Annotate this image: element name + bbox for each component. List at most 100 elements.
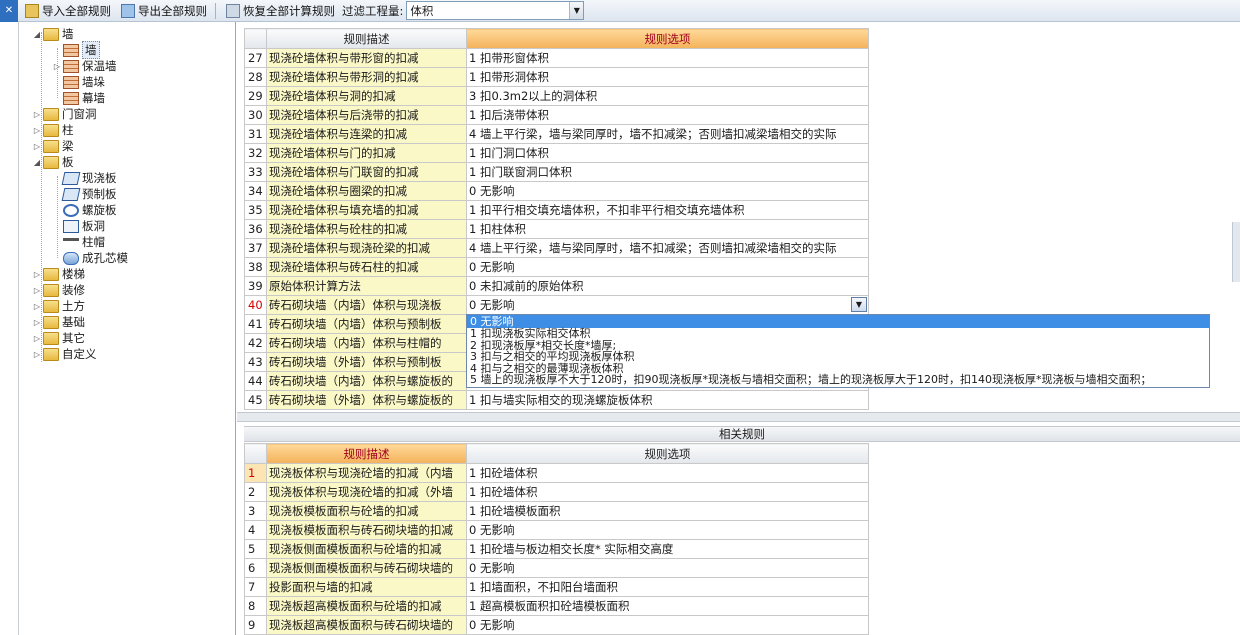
tree-node-precast-slab[interactable]: 预制板 [61, 186, 117, 202]
rule-option-cell[interactable]: 1 扣后浇带体积 [466, 105, 869, 125]
rule-description-cell[interactable]: 砖石砌块墙（外墙）体积与螺旋板的 [266, 390, 467, 410]
rule-description-cell[interactable]: 砖石砌块墙（内墙）体积与现浇板 [266, 295, 467, 315]
close-icon[interactable]: ✕ [0, 0, 18, 22]
related-rule-option-cell[interactable]: 1 扣砼墙体积 [466, 463, 869, 483]
tree-node-door-window[interactable]: ▷ 门窗洞 [31, 106, 97, 122]
collapsed-triangle-icon[interactable]: ▷ [51, 62, 63, 71]
rule-description-cell[interactable]: 现浇砼墙体积与砖石柱的扣减 [266, 257, 467, 277]
rule-option-cell[interactable]: 0 无影响 [466, 181, 869, 201]
dropdown-option[interactable]: 3 扣与之相交的平均现浇板厚体积 [467, 351, 1209, 363]
tree-node-wall-wall[interactable]: 墙 [63, 41, 100, 59]
related-header-rule-description[interactable]: 规则描述 [266, 443, 467, 464]
expanded-triangle-icon[interactable]: ◢ [31, 158, 43, 167]
dropdown-option[interactable]: 1 扣现浇板实际相交体积 [467, 328, 1209, 340]
table-row[interactable]: 34 现浇砼墙体积与圈梁的扣减 0 无影响 [244, 181, 869, 201]
collapsed-triangle-icon[interactable]: ▷ [31, 350, 43, 359]
rule-option-cell[interactable]: 4 墙上平行梁，墙与梁同厚时，墙不扣减梁；否则墙扣减梁墙相交的实际 [466, 238, 869, 258]
table-row[interactable]: 36 现浇砼墙体积与砼柱的扣减 1 扣柱体积 [244, 219, 869, 239]
related-rule-description-cell[interactable]: 现浇板模板面积与砖石砌块墙的扣减 [266, 520, 467, 540]
related-rule-option-cell[interactable]: 0 无影响 [466, 558, 869, 578]
related-rule-option-cell[interactable]: 0 无影响 [466, 615, 869, 635]
related-rule-description-cell[interactable]: 现浇板体积与现浇砼墙的扣减（内墙 [266, 463, 467, 483]
rule-option-cell[interactable]: 3 扣0.3m2以上的洞体积 [466, 86, 869, 106]
table-row[interactable]: 8 现浇板超高模板面积与砼墙的扣减 1 超高模板面积扣砼墙模板面积 [244, 596, 869, 616]
panel-splitter[interactable] [237, 412, 1240, 422]
rule-description-cell[interactable]: 现浇砼墙体积与洞的扣减 [266, 86, 467, 106]
tree-node-earthwork[interactable]: ▷ 土方 [31, 298, 85, 314]
table-row[interactable]: 33 现浇砼墙体积与门联窗的扣减 1 扣门联窗洞口体积 [244, 162, 869, 182]
related-rule-option-cell[interactable]: 0 无影响 [466, 520, 869, 540]
header-rule-option[interactable]: 规则选项 [466, 28, 869, 49]
tree-node-column-cap[interactable]: 柱帽 [63, 234, 105, 250]
collapsed-triangle-icon[interactable]: ▷ [31, 334, 43, 343]
related-rule-option-cell[interactable]: 1 扣砼墙模板面积 [466, 501, 869, 521]
rule-description-cell[interactable]: 现浇砼墙体积与砼柱的扣减 [266, 219, 467, 239]
rule-option-cell[interactable]: 0 无影响 [466, 257, 869, 277]
table-row[interactable]: 27 现浇砼墙体积与带形窗的扣减 1 扣带形窗体积 [244, 48, 869, 68]
chevron-down-icon[interactable]: ▼ [851, 297, 867, 312]
table-row[interactable]: 7 投影面积与墙的扣减 1 扣墙面积，不扣阳台墙面积 [244, 577, 869, 597]
related-rule-option-cell[interactable]: 1 超高模板面积扣砼墙模板面积 [466, 596, 869, 616]
rule-description-cell[interactable]: 砖石砌块墙（内墙）体积与预制板 [266, 314, 467, 334]
related-header-rule-option[interactable]: 规则选项 [466, 443, 869, 464]
tree-node-wall[interactable]: ◢ 墙 [31, 26, 74, 42]
rule-option-cell[interactable]: 1 扣带形窗体积 [466, 48, 869, 68]
related-rule-description-cell[interactable]: 现浇板侧面模板面积与砼墙的扣减 [266, 539, 467, 559]
rule-description-cell[interactable]: 砖石砌块墙（外墙）体积与预制板 [266, 352, 467, 372]
table-row[interactable]: 3 现浇板模板面积与砼墙的扣减 1 扣砼墙模板面积 [244, 501, 869, 521]
rule-option-cell[interactable]: 1 扣柱体积 [466, 219, 869, 239]
rule-option-cell[interactable]: 1 扣平行相交填充墙体积，不扣非平行相交填充墙体积 [466, 200, 869, 220]
rule-description-cell[interactable]: 现浇砼墙体积与门的扣减 [266, 143, 467, 163]
collapsed-triangle-icon[interactable]: ▷ [31, 318, 43, 327]
table-row[interactable]: 2 现浇板体积与现浇砼墙的扣减（外墙 1 扣砼墙体积 [244, 482, 869, 502]
related-rule-description-cell[interactable]: 投影面积与墙的扣减 [266, 577, 467, 597]
rule-description-cell[interactable]: 现浇砼墙体积与连梁的扣减 [266, 124, 467, 144]
collapsed-triangle-icon[interactable]: ▷ [31, 302, 43, 311]
tree-node-stairs[interactable]: ▷ 楼梯 [31, 266, 85, 282]
rule-option-dropdown-list[interactable]: 0 无影响 1 扣现浇板实际相交体积 2 扣现浇板厚*相交长度*墙厚; 3 扣与之相交… [466, 314, 1210, 388]
rule-description-cell[interactable]: 砖石砌块墙（内墙）体积与螺旋板的 [266, 371, 467, 391]
rule-description-cell[interactable]: 现浇砼墙体积与带形窗的扣减 [266, 48, 467, 68]
tree-node-decoration[interactable]: ▷ 装修 [31, 282, 85, 298]
rule-description-cell[interactable]: 现浇砼墙体积与填充墙的扣减 [266, 200, 467, 220]
table-row[interactable]: 1 现浇板体积与现浇砼墙的扣减（内墙 1 扣砼墙体积 [244, 463, 869, 483]
tree-node-pilaster[interactable]: 墙垛 [63, 74, 105, 90]
related-rule-description-cell[interactable]: 现浇板模板面积与砼墙的扣减 [266, 501, 467, 521]
import-all-rules-button[interactable]: 导入全部规则 [22, 1, 114, 21]
table-row[interactable]: 37 现浇砼墙体积与现浇砼梁的扣减 4 墙上平行梁，墙与梁同厚时，墙不扣减梁；否则墙… [244, 238, 869, 258]
table-row[interactable]: 38 现浇砼墙体积与砖石柱的扣减 0 无影响 [244, 257, 869, 277]
related-rule-description-cell[interactable]: 现浇板超高模板面积与砖石砌块墙的 [266, 615, 467, 635]
related-rule-description-cell[interactable]: 现浇板超高模板面积与砼墙的扣减 [266, 596, 467, 616]
filter-quantity-select[interactable]: 体积 ▼ [406, 1, 585, 20]
table-row[interactable]: 31 现浇砼墙体积与连梁的扣减 4 墙上平行梁，墙与梁同厚时，墙不扣减梁；否则墙扣减… [244, 124, 869, 144]
rule-option-cell[interactable]: 1 扣带形洞体积 [466, 67, 869, 87]
table-row[interactable]: 30 现浇砼墙体积与后浇带的扣减 1 扣后浇带体积 [244, 105, 869, 125]
rule-option-cell[interactable]: 0 未扣减前的原始体积 [466, 276, 869, 296]
rule-description-cell[interactable]: 砖石砌块墙（内墙）体积与柱帽的 [266, 333, 467, 353]
tree-node-column[interactable]: ▷ 柱 [31, 122, 74, 138]
table-row[interactable]: 28 现浇砼墙体积与带形洞的扣减 1 扣带形洞体积 [244, 67, 869, 87]
table-row[interactable]: 29 现浇砼墙体积与洞的扣减 3 扣0.3m2以上的洞体积 [244, 86, 869, 106]
rule-option-cell[interactable]: 1 扣与墙实际相交的现浇螺旋板体积 [466, 390, 869, 410]
chevron-down-icon[interactable]: ▼ [569, 2, 584, 19]
table-row[interactable]: 40 砖石砌块墙（内墙）体积与现浇板 0 无影响 ▼ [244, 295, 869, 315]
restore-all-rules-button[interactable]: 恢复全部计算规则 [223, 1, 338, 21]
rule-option-cell[interactable]: 1 扣门联窗洞口体积 [466, 162, 869, 182]
rule-description-cell[interactable]: 现浇砼墙体积与门联窗的扣减 [266, 162, 467, 182]
tree-node-slab[interactable]: ◢ 板 [31, 154, 74, 170]
tree-node-other[interactable]: ▷ 其它 [31, 330, 85, 346]
table-row[interactable]: 9 现浇板超高模板面积与砖石砌块墙的 0 无影响 [244, 615, 869, 635]
rule-option-cell[interactable]: 1 扣门洞口体积 [466, 143, 869, 163]
export-all-rules-button[interactable]: 导出全部规则 [118, 1, 210, 21]
tree-node-curtain-wall[interactable]: 幕墙 [63, 90, 105, 106]
tree-node-insulation-wall[interactable]: ▷ 保温墙 [51, 58, 117, 74]
related-rule-option-cell[interactable]: 1 扣砼墙与板边相交长度* 实际相交高度 [466, 539, 869, 559]
table-row[interactable]: 5 现浇板侧面模板面积与砼墙的扣减 1 扣砼墙与板边相交长度* 实际相交高度 [244, 539, 869, 559]
table-row[interactable]: 45 砖石砌块墙（外墙）体积与螺旋板的 1 扣与墙实际相交的现浇螺旋板体积 [244, 390, 869, 410]
collapsed-triangle-icon[interactable]: ▷ [31, 142, 43, 151]
collapsed-triangle-icon[interactable]: ▷ [31, 286, 43, 295]
related-rule-option-cell[interactable]: 1 扣砼墙体积 [466, 482, 869, 502]
tree-node-custom[interactable]: ▷ 自定义 [31, 346, 97, 362]
rule-description-cell[interactable]: 现浇砼墙体积与后浇带的扣减 [266, 105, 467, 125]
table-row[interactable]: 39 原始体积计算方法 0 未扣减前的原始体积 [244, 276, 869, 296]
